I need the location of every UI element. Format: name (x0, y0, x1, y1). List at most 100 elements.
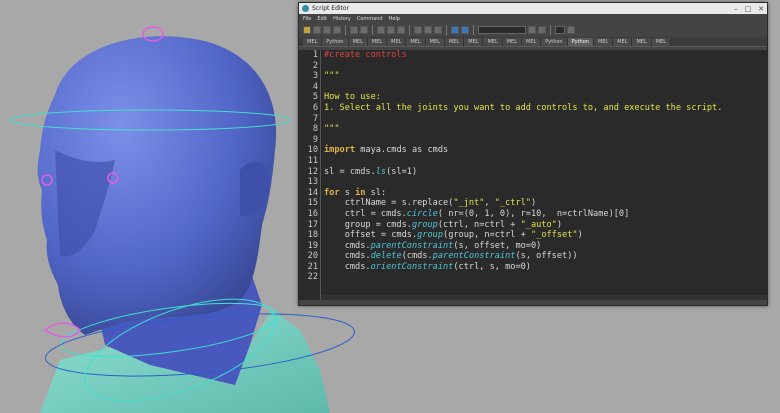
save-script-icon[interactable] (323, 26, 331, 34)
toolbar (299, 23, 767, 37)
clear-input-icon[interactable] (387, 26, 395, 34)
goto-line-icon[interactable] (567, 26, 575, 34)
toolbar-divider (372, 25, 373, 35)
clear-history-icon[interactable] (377, 26, 385, 34)
maximize-icon[interactable]: □ (745, 5, 752, 13)
show-line-numbers-icon[interactable] (360, 26, 368, 34)
clear-all-icon[interactable] (397, 26, 405, 34)
code-token: (ctrl, n=ctrl + (437, 219, 521, 230)
tab-mel[interactable]: MEL (425, 38, 445, 46)
code-token: (sl=1) (386, 166, 418, 177)
tab-mel[interactable]: MEL (444, 38, 465, 46)
tab-mel[interactable]: MEL (483, 38, 503, 46)
jaw-selection-curve[interactable] (43, 322, 81, 338)
close-icon[interactable]: ✕ (758, 5, 764, 13)
show-history-icon[interactable] (414, 26, 422, 34)
code-line[interactable]: cmds.delete(cmds.parentConstraint(s, off… (324, 251, 767, 262)
menu-command[interactable]: Command (357, 16, 383, 22)
menu-file[interactable]: File (303, 16, 311, 22)
tab-mel[interactable]: MEL (522, 38, 542, 46)
source-script-icon[interactable] (313, 26, 321, 34)
code-token: sl: (365, 187, 387, 198)
code-line[interactable]: import maya.cmds as cmds (324, 145, 767, 156)
code-token: orientConstraint (370, 261, 454, 272)
code-token: group (411, 219, 438, 230)
echo-commands-icon[interactable] (350, 26, 358, 34)
tab-mel[interactable]: MEL (632, 38, 652, 46)
code-line[interactable] (324, 61, 767, 72)
script-editor-window[interactable]: Script Editor – □ ✕ File Edit History Co… (298, 2, 768, 306)
show-both-icon[interactable] (434, 26, 442, 34)
tab-mel[interactable]: MEL (613, 38, 633, 46)
title-bar[interactable]: Script Editor – □ ✕ (299, 3, 767, 14)
code-line[interactable]: cmds.parentConstraint(s, offset, mo=0) (324, 241, 767, 252)
horizontal-scrollbar[interactable] (321, 295, 767, 300)
code-token: delete (370, 251, 402, 262)
code-token: (s, offset)) (515, 251, 578, 262)
tab-mel[interactable]: MEL (367, 38, 388, 46)
code-line[interactable] (324, 82, 767, 93)
code-line[interactable]: #create controls (324, 50, 767, 61)
tab-python[interactable]: Python (541, 38, 568, 46)
code-line[interactable]: 1. Select all the joints you want to add… (324, 103, 767, 114)
menu-edit[interactable]: Edit (317, 16, 327, 22)
code-line[interactable] (324, 272, 767, 283)
show-input-icon[interactable] (424, 26, 432, 34)
script-input-area[interactable]: 1 2 3 4 5 6 7 8 9 10 11 12 13 14 15 16 17 18 19 20 21 22 #cre… (299, 50, 767, 300)
code-line[interactable]: How to use: (324, 92, 767, 103)
open-script-icon[interactable] (303, 26, 311, 34)
tab-mel[interactable]: MEL (502, 38, 522, 46)
code-line[interactable]: for s in sl: (324, 188, 767, 199)
code-line[interactable] (324, 135, 767, 146)
code-token: maya.cmds as cmds (355, 145, 449, 156)
code-line[interactable]: """ (324, 71, 767, 82)
toolbar-divider (345, 25, 346, 35)
code-token: ) (530, 198, 537, 209)
search-field[interactable] (478, 26, 526, 34)
tab-mel[interactable]: MEL (348, 38, 368, 46)
minimize-icon[interactable]: – (734, 5, 738, 13)
code-token: "_offset" (530, 230, 578, 241)
code-line[interactable]: group = cmds.group(ctrl, n=ctrl + "_auto… (324, 220, 767, 231)
line-number: 19 (307, 240, 318, 251)
tab-python[interactable]: Python (322, 38, 349, 46)
code-line[interactable]: cmds.orientConstraint(ctrl, s, mo=0) (324, 262, 767, 273)
code-line[interactable] (324, 156, 767, 167)
search-down-icon[interactable] (528, 26, 536, 34)
execute-icon[interactable] (461, 26, 469, 34)
code-token: ctrl = cmds. (324, 208, 407, 219)
code-line[interactable] (324, 114, 767, 125)
tab-mel[interactable]: MEL (387, 38, 407, 46)
code-line[interactable]: offset = cmds.group(group, n=ctrl + "_of… (324, 230, 767, 241)
code-token: parentConstraint (370, 240, 454, 251)
code-token: ) (577, 230, 583, 241)
maya-app-icon (302, 5, 309, 12)
tab-mel[interactable]: MEL (593, 38, 614, 46)
code-token: #create controls (324, 50, 407, 60)
tab-python[interactable]: Python (567, 38, 594, 46)
code-line[interactable]: ctrlName = s.replace("_jnt", "_ctrl") (324, 198, 767, 209)
line-number: 16 (307, 208, 318, 219)
code-token: """ (324, 71, 340, 82)
code-line[interactable]: """ (324, 124, 767, 135)
code-token: 1. Select all the joints you want to add… (324, 102, 723, 113)
code-token: "_jnt" (453, 198, 485, 209)
toolbar-divider (473, 25, 474, 35)
tab-mel[interactable]: MEL (651, 38, 672, 46)
tab-mel[interactable]: MEL (464, 38, 484, 46)
code-token: ls (375, 166, 387, 177)
code-text[interactable]: #create controls """ How to use: 1. Selec… (321, 50, 767, 300)
code-line[interactable]: ctrl = cmds.circle( nr=(0, 1, 0), r=10, … (324, 209, 767, 220)
goto-line-field[interactable] (555, 26, 565, 34)
menu-history[interactable]: History (333, 16, 351, 22)
save-to-shelf-icon[interactable] (333, 26, 341, 34)
search-up-icon[interactable] (538, 26, 546, 34)
execute-all-icon[interactable] (451, 26, 459, 34)
menu-help[interactable]: Help (389, 16, 400, 22)
code-token: sl = cmds. (324, 166, 376, 177)
code-line[interactable] (324, 177, 767, 188)
code-line[interactable]: sl = cmds.ls(sl=1) (324, 167, 767, 178)
line-number: 18 (307, 230, 318, 241)
tab-mel[interactable]: MEL (303, 38, 323, 46)
tab-mel[interactable]: MEL (406, 38, 426, 46)
